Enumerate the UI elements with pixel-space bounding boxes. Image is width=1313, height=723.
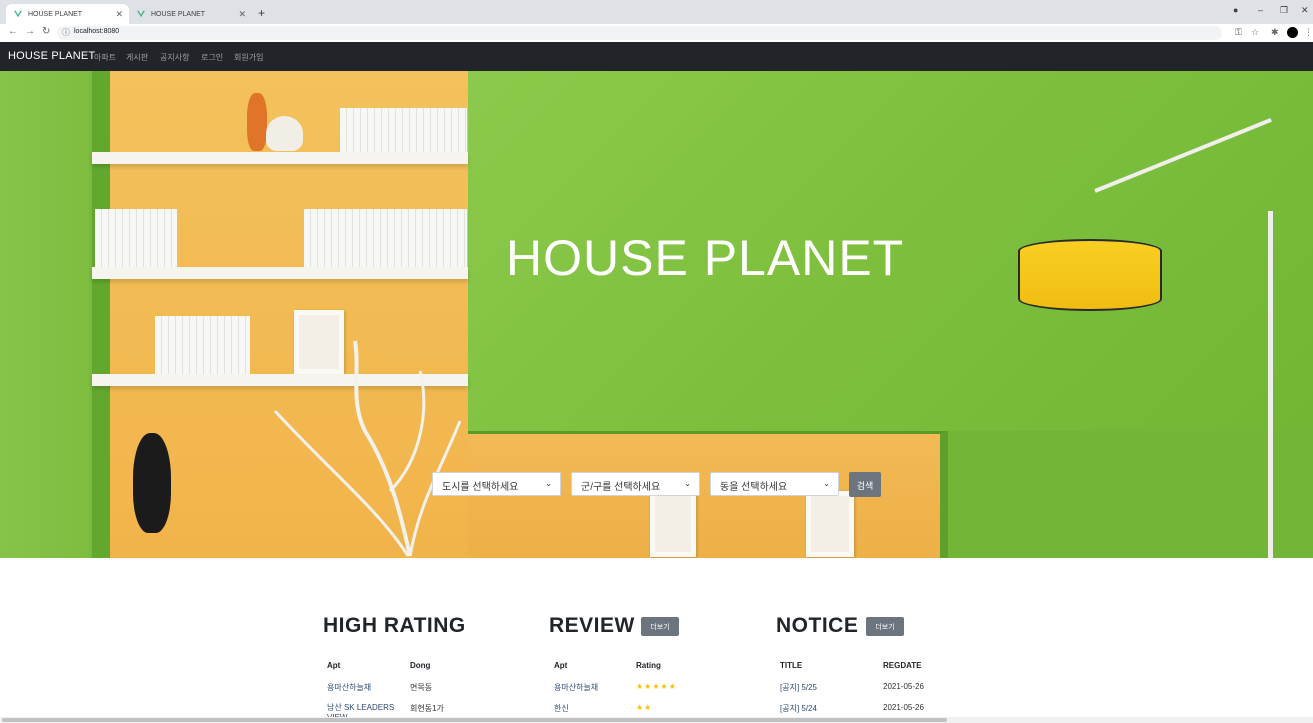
hero-banner: HOUSE PLANET 도시를 선택하세요 ⌄ 군/구를 선택하세요 ⌄ 동을…	[0, 71, 1313, 558]
nav-link-board[interactable]: 게시판	[126, 52, 148, 63]
review-title: REVIEW	[549, 614, 635, 637]
navbar-brand[interactable]: HOUSE PLANET	[8, 50, 95, 62]
site-navbar: HOUSE PLANET 아파트 게시판 공지사항 로그인 회원가입	[0, 42, 1313, 71]
notice-title: NOTICE	[776, 614, 859, 637]
vue-favicon-icon	[137, 10, 145, 18]
close-tab-icon[interactable]: ✕	[238, 9, 246, 20]
bookmark-star-icon[interactable]: ☆	[1251, 27, 1259, 38]
forward-icon[interactable]: →	[25, 26, 35, 37]
notice-header-title: TITLE	[780, 661, 803, 670]
minimize-icon[interactable]: –	[1258, 5, 1263, 15]
high-rating-apt-1[interactable]: 용마산하늘채	[327, 682, 371, 693]
notice-date-2: 2021-05-26	[883, 703, 924, 712]
notice-date-1: 2021-05-26	[883, 682, 924, 691]
menu-icon[interactable]: ⋮	[1304, 27, 1313, 38]
review-rating-2: ★★	[636, 703, 653, 712]
hero-title: HOUSE PLANET	[506, 230, 905, 286]
tab-title: HOUSE PLANET	[151, 10, 206, 18]
notice-more-button[interactable]: 더보기	[866, 617, 904, 636]
address-bar[interactable]: ⓘ localhost:8080	[57, 26, 1222, 40]
review-more-button[interactable]: 더보기	[641, 617, 679, 636]
browser-tab-1[interactable]: HOUSE PLANET ✕	[6, 4, 129, 24]
review-apt-1[interactable]: 용마산하늘채	[554, 682, 598, 693]
restore-icon[interactable]: ❐	[1280, 5, 1288, 16]
chevron-down-icon: ⌄	[823, 479, 830, 488]
high-rating-title: HIGH RATING	[323, 614, 466, 637]
dong-select-value: 동을 선택하세요	[720, 482, 788, 493]
browser-tab-2[interactable]: HOUSE PLANET ✕	[129, 4, 252, 24]
gu-select-value: 군/구를 선택하세요	[581, 482, 661, 493]
picture-frame	[806, 491, 854, 557]
chevron-down-icon: ⌄	[545, 479, 552, 488]
review-header-apt: Apt	[554, 661, 568, 670]
notice-title-2[interactable]: [공지] 5/24	[780, 703, 817, 714]
notice-header-regdate: REGDATE	[883, 661, 922, 670]
high-rating-dong-2: 회현동1가	[410, 704, 444, 713]
review-apt-2[interactable]: 한신	[554, 703, 569, 714]
nav-link-signup[interactable]: 회원가입	[234, 52, 263, 63]
account-icon[interactable]: ●	[1233, 5, 1238, 15]
reload-icon[interactable]: ↻	[42, 26, 50, 37]
nav-link-login[interactable]: 로그인	[201, 52, 223, 63]
extensions-icon[interactable]: ✱	[1271, 27, 1279, 38]
url-text: localhost:8080	[74, 28, 120, 35]
books	[155, 316, 250, 374]
review-rating-1: ★★★★★	[636, 682, 677, 691]
gu-select[interactable]: 군/구를 선택하세요 ⌄	[571, 472, 700, 496]
white-vase	[266, 116, 303, 151]
nav-link-notice[interactable]: 공지사항	[160, 52, 189, 63]
city-select[interactable]: 도시를 선택하세요 ⌄	[432, 472, 561, 496]
horizontal-scrollbar[interactable]	[0, 717, 1313, 723]
shelf	[92, 152, 468, 164]
site-info-icon[interactable]: ⓘ	[62, 27, 70, 38]
hero-green-wall-lower	[948, 431, 1313, 558]
shelf	[92, 267, 468, 279]
tab-title: HOUSE PLANET	[28, 10, 83, 18]
high-rating-header-apt: Apt	[327, 661, 341, 670]
close-tab-icon[interactable]: ✕	[115, 9, 123, 20]
hero-wall-edge	[92, 71, 110, 558]
back-icon[interactable]: ←	[8, 26, 18, 37]
browser-tabstrip: HOUSE PLANET ✕ HOUSE PLANET ✕ + ● – ❐ ✕	[0, 0, 1313, 24]
chevron-down-icon: ⌄	[684, 479, 691, 488]
city-select-value: 도시를 선택하세요	[442, 482, 519, 493]
notice-title-1[interactable]: [공지] 5/25	[780, 682, 817, 693]
books	[340, 108, 467, 152]
nav-link-apartment[interactable]: 아파트	[94, 52, 116, 63]
scrollbar-thumb[interactable]	[2, 718, 947, 722]
decorative-branches	[273, 340, 462, 557]
high-rating-dong-1: 면목동	[410, 683, 433, 692]
high-rating-header-dong: Dong	[410, 661, 431, 670]
books	[95, 209, 177, 267]
vue-favicon-icon	[14, 10, 22, 18]
orange-vase	[247, 93, 267, 151]
review-header-rating: Rating	[636, 661, 661, 670]
search-button[interactable]: 검색	[849, 472, 881, 497]
picture-frame	[650, 491, 696, 557]
black-vase	[133, 433, 171, 533]
close-window-icon[interactable]: ✕	[1301, 5, 1309, 16]
books	[304, 209, 467, 267]
new-tab-icon[interactable]: +	[258, 6, 265, 20]
dong-select[interactable]: 동을 선택하세요 ⌄	[710, 472, 839, 496]
profile-avatar[interactable]	[1287, 27, 1298, 38]
lamp-shade	[1018, 239, 1162, 311]
browser-toolbar: ← → ↻ ⓘ localhost:8080 ⚿ ☆ ✱ ⋮	[0, 24, 1313, 42]
lamp-pole	[1268, 211, 1273, 558]
key-icon[interactable]: ⚿	[1235, 27, 1242, 38]
